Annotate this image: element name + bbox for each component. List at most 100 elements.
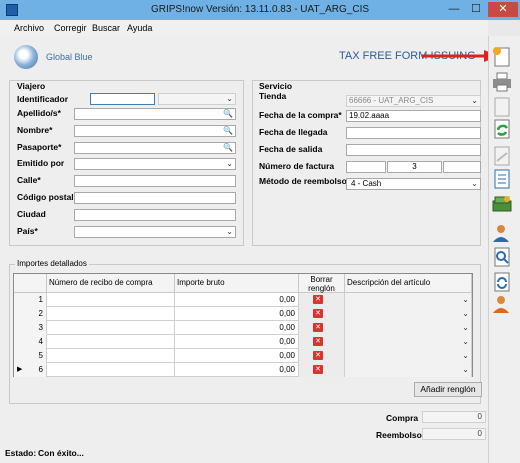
desc-select[interactable]: ⌄: [345, 349, 472, 363]
delete-row-button[interactable]: ✕: [299, 349, 345, 363]
factura-label: Número de factura: [259, 161, 335, 171]
delete-icon: ✕: [313, 351, 323, 360]
delete-row-button[interactable]: ✕: [299, 293, 345, 307]
search-document-icon[interactable]: [490, 246, 514, 268]
list-document-icon[interactable]: [490, 168, 514, 190]
reembolso-label: Reembolso: [376, 430, 422, 440]
close-button[interactable]: ✕: [488, 2, 518, 17]
recibo-cell[interactable]: [47, 321, 175, 335]
recibo-cell[interactable]: [47, 307, 175, 321]
sync-document-icon[interactable]: [490, 271, 514, 293]
table-row[interactable]: 5 0,00 ✕ ⌄: [14, 349, 472, 363]
user-icon[interactable]: [490, 222, 514, 244]
pais-select[interactable]: ⌄: [74, 226, 236, 238]
tienda-select[interactable]: 66666 - UAT_ARG_CIS ⌄: [346, 95, 481, 107]
identificador-input[interactable]: [90, 93, 155, 105]
table-row[interactable]: ▶ 6 0,00 ✕ ⌄: [14, 363, 472, 377]
recibo-cell[interactable]: [47, 363, 175, 377]
delete-row-button[interactable]: ✕: [299, 307, 345, 321]
add-row-button[interactable]: Añadir renglón: [414, 382, 482, 397]
menu-archivo[interactable]: Archivo: [14, 23, 44, 33]
delete-row-button[interactable]: ✕: [299, 335, 345, 349]
search-icon[interactable]: 🔍: [223, 143, 233, 153]
importe-cell[interactable]: 0,00: [175, 363, 299, 377]
search-icon[interactable]: 🔍: [223, 126, 233, 136]
col-desc-header[interactable]: Descripción del artículo: [345, 274, 472, 293]
tienda-value: 66666 - UAT_ARG_CIS: [349, 96, 434, 105]
minimize-button[interactable]: —: [444, 2, 464, 17]
desc-select[interactable]: ⌄: [345, 321, 472, 335]
row-number: 1: [14, 293, 47, 307]
menu-corregir[interactable]: Corregir: [54, 23, 87, 33]
delete-icon: ✕: [313, 295, 323, 304]
fecha-salida-input[interactable]: [346, 144, 481, 156]
delete-row-button[interactable]: ✕: [299, 321, 345, 335]
nombre-label: Nombre*: [17, 125, 53, 135]
desc-select[interactable]: ⌄: [345, 293, 472, 307]
fecha-llegada-label: Fecha de llegada: [259, 127, 328, 137]
fecha-llegada-input[interactable]: [346, 127, 481, 139]
transfer-document-icon[interactable]: [490, 145, 514, 167]
recibo-cell[interactable]: [47, 293, 175, 307]
codigo-postal-input[interactable]: [74, 192, 236, 204]
fecha-compra-input[interactable]: 19.02.aaaa: [346, 110, 481, 122]
delete-row-button[interactable]: ✕: [299, 363, 345, 377]
calle-input[interactable]: [74, 175, 236, 187]
factura-suffix-input[interactable]: [443, 161, 481, 173]
row-number: ▶ 6: [14, 363, 47, 377]
importe-cell[interactable]: 0,00: [175, 335, 299, 349]
col-borrar-header[interactable]: Borrar renglón: [299, 274, 345, 293]
importes-title: Importes detallados: [15, 259, 89, 268]
desc-select[interactable]: ⌄: [345, 335, 472, 349]
importe-cell[interactable]: 0,00: [175, 307, 299, 321]
pasaporte-input[interactable]: 🔍: [74, 142, 236, 154]
recibo-cell[interactable]: [47, 335, 175, 349]
emitido-select[interactable]: ⌄: [74, 158, 236, 170]
metodo-value: 4 - Cash: [351, 179, 382, 188]
col-importe-header[interactable]: Importe bruto: [175, 274, 299, 293]
identificador-type-select[interactable]: ⌄: [158, 93, 236, 105]
desc-select[interactable]: ⌄: [345, 363, 472, 377]
table-row[interactable]: 3 0,00 ✕ ⌄: [14, 321, 472, 335]
nombre-input[interactable]: 🔍: [74, 125, 236, 137]
user-settings-icon[interactable]: [490, 293, 514, 315]
menu-buscar[interactable]: Buscar: [92, 23, 120, 33]
servicio-title: Servicio: [259, 81, 293, 91]
importes-table: Número de recibo de compra Importe bruto…: [13, 273, 473, 377]
print-icon[interactable]: [490, 71, 514, 93]
compra-label: Compra: [386, 413, 419, 423]
importe-cell[interactable]: 0,00: [175, 321, 299, 335]
search-icon[interactable]: 🔍: [223, 109, 233, 119]
table-row[interactable]: 2 0,00 ✕ ⌄: [14, 307, 472, 321]
importe-cell[interactable]: 0,00: [175, 349, 299, 363]
row-number-value: 6: [38, 365, 43, 374]
row-header-corner: [14, 274, 47, 293]
ciudad-input[interactable]: [74, 209, 236, 221]
desc-select[interactable]: ⌄: [345, 307, 472, 321]
viajero-title: Viajero: [17, 81, 46, 91]
factura-mid-input[interactable]: 3: [387, 161, 442, 173]
compra-total: 0: [422, 411, 486, 423]
metodo-select[interactable]: 4 - Cash ⌄: [346, 178, 481, 190]
recibo-cell[interactable]: [47, 349, 175, 363]
maximize-button[interactable]: ☐: [466, 2, 486, 17]
document-icon[interactable]: [490, 96, 514, 118]
menu-ayuda[interactable]: Ayuda: [127, 23, 152, 33]
fecha-salida-label: Fecha de salida: [259, 144, 323, 154]
delete-icon: ✕: [313, 365, 323, 374]
new-form-icon[interactable]: [490, 46, 514, 68]
apellido-input[interactable]: 🔍: [74, 108, 236, 120]
delete-icon: ✕: [313, 323, 323, 332]
metodo-label: Método de reembolso*: [259, 176, 351, 186]
importe-cell[interactable]: 0,00: [175, 293, 299, 307]
refresh-document-icon[interactable]: [490, 118, 514, 140]
emitido-label: Emitido por: [17, 158, 65, 168]
global-blue-logo: [14, 45, 38, 69]
table-row[interactable]: 4 0,00 ✕ ⌄: [14, 335, 472, 349]
col-recibo-header[interactable]: Número de recibo de compra: [47, 274, 175, 293]
table-row[interactable]: 1 0,00 ✕ ⌄: [14, 293, 472, 307]
brand-name: Global Blue: [46, 52, 93, 62]
calle-label: Calle*: [17, 175, 41, 185]
money-icon[interactable]: [490, 193, 514, 215]
factura-prefix-input[interactable]: [346, 161, 386, 173]
